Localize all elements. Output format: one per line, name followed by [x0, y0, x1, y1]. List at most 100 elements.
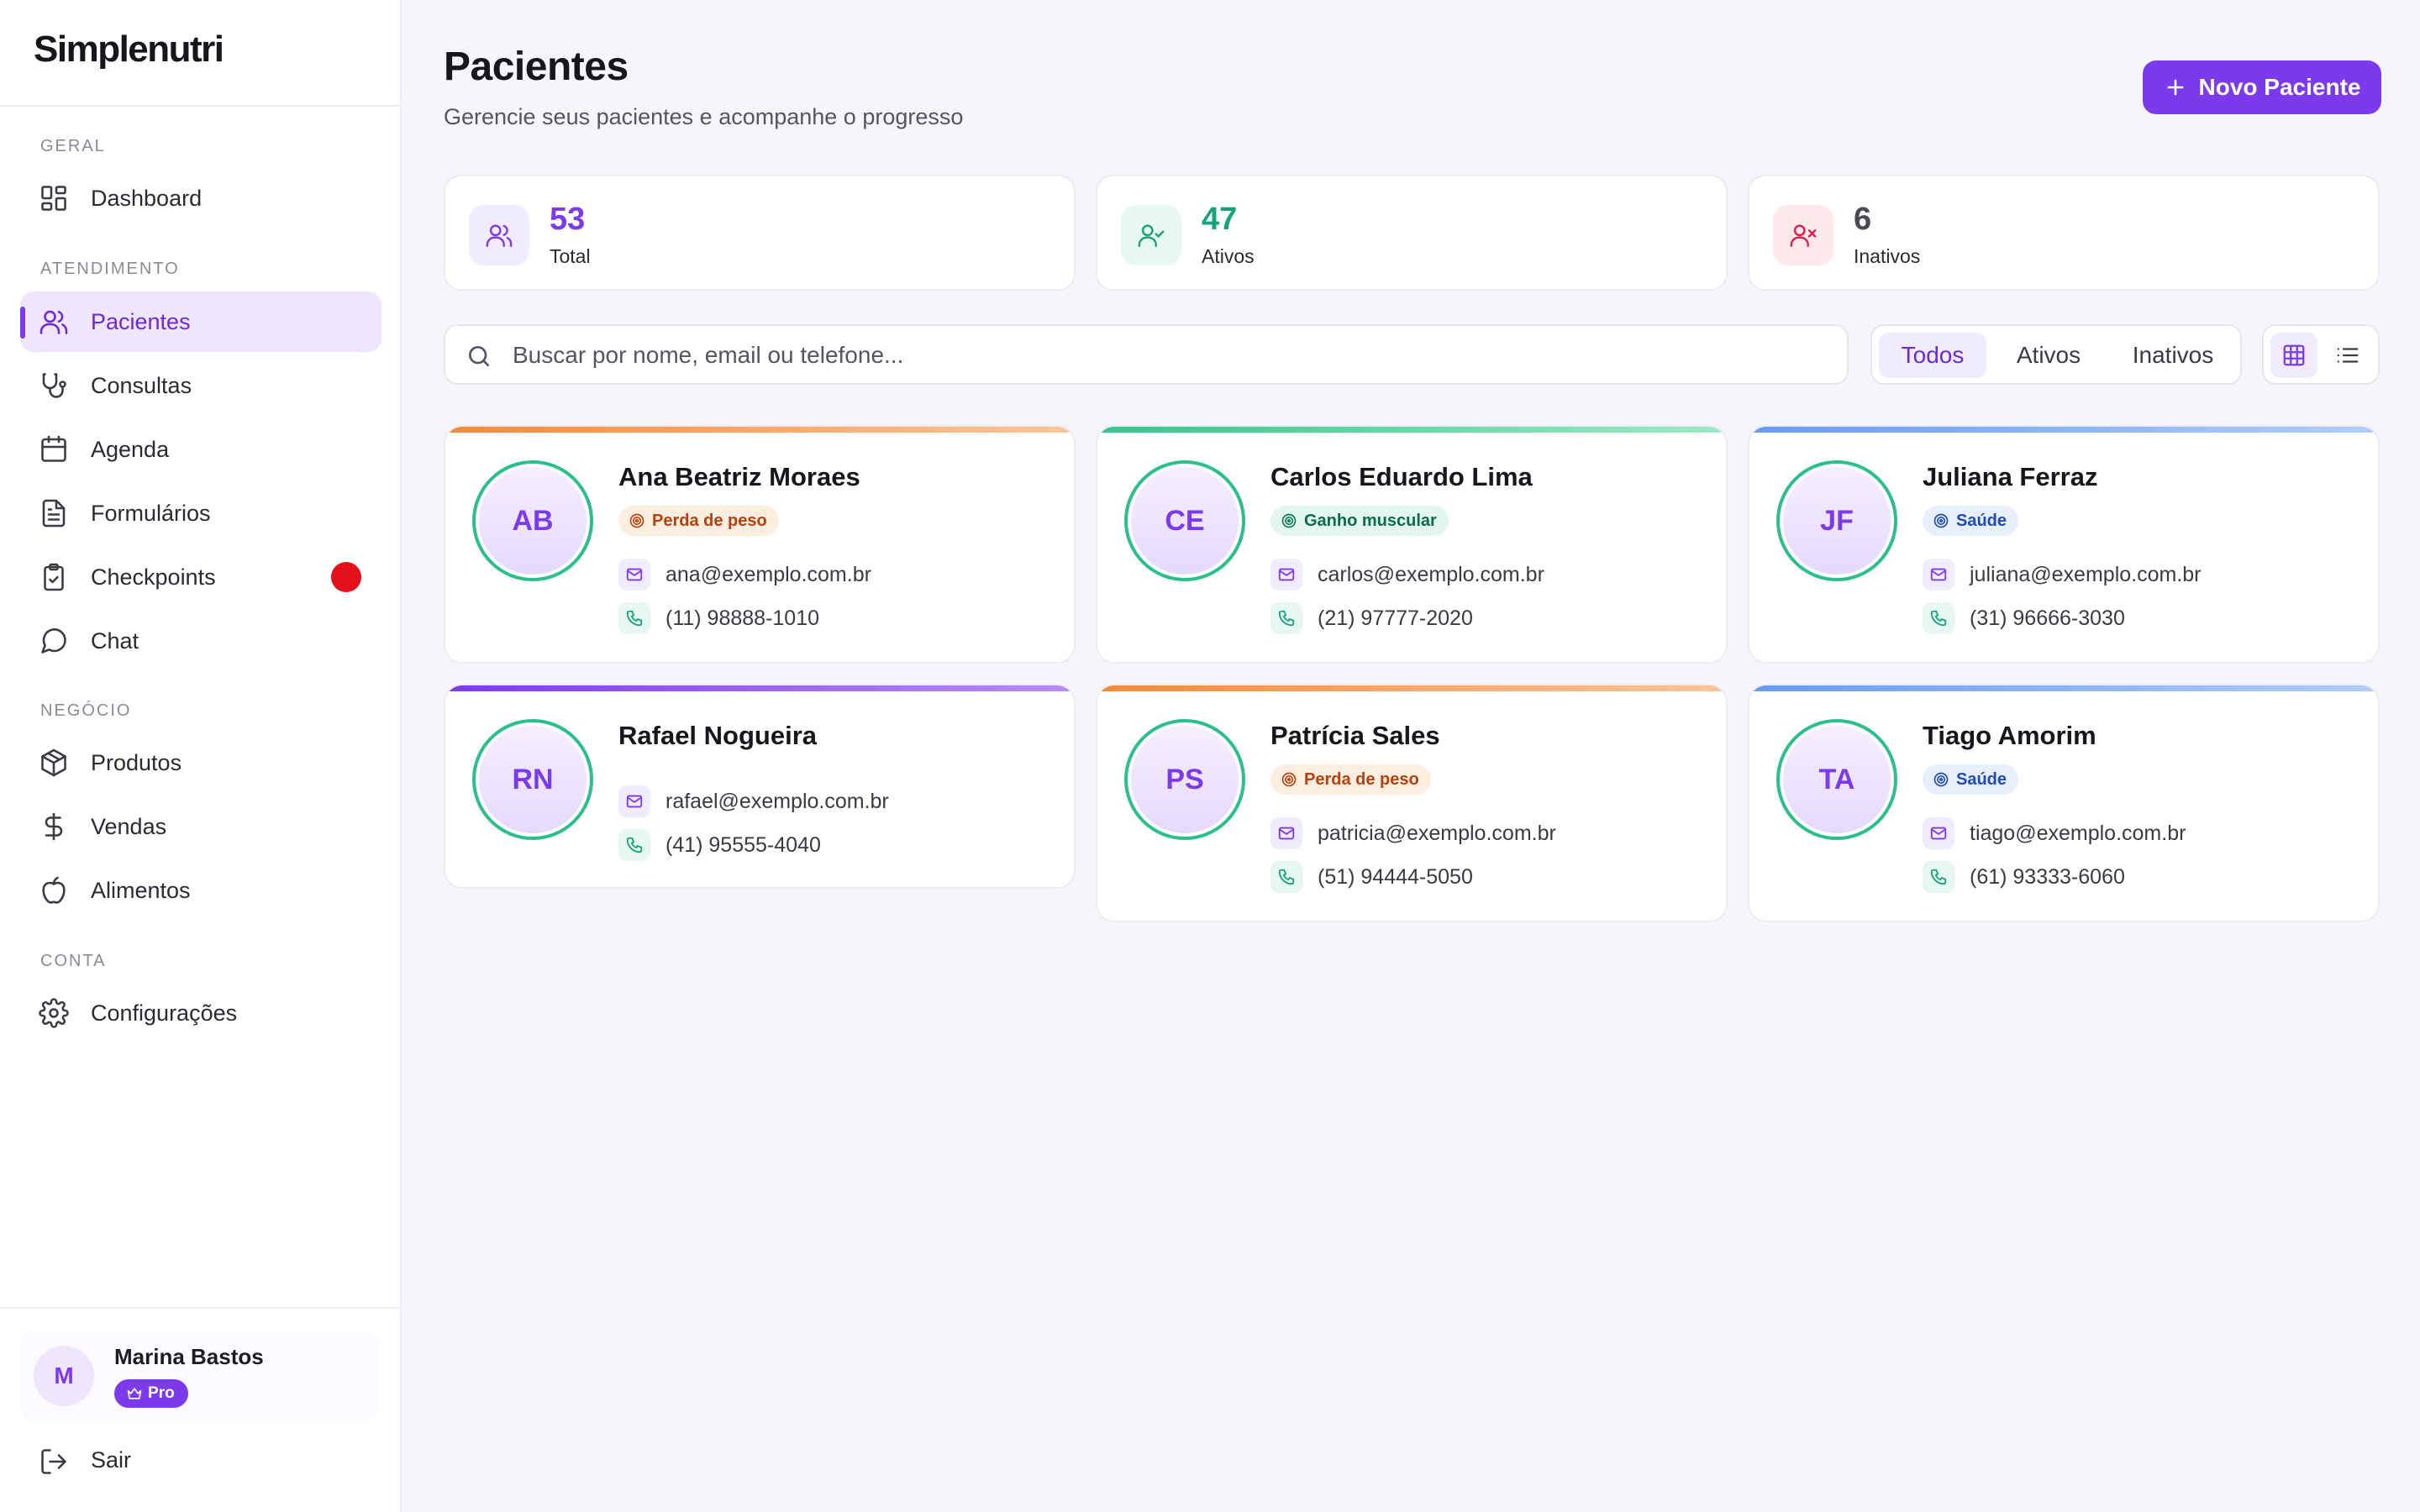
phone-icon — [1923, 861, 1954, 893]
patient-email[interactable]: rafael@exemplo.com.br — [666, 790, 889, 814]
sidebar-item-consultas[interactable]: Consultas — [20, 355, 381, 416]
sidebar-item-dashboard[interactable]: Dashboard — [20, 168, 381, 228]
patient-name: Juliana Ferraz — [1923, 462, 2098, 491]
sidebar-item-label: Checkpoints — [91, 564, 216, 590]
patient-phone[interactable]: (11) 98888-1010 — [666, 606, 819, 631]
list-view-button[interactable] — [2324, 333, 2371, 378]
mail-icon — [1923, 559, 1954, 591]
page-subtitle: Gerencie seus pacientes e acompanhe o pr… — [444, 104, 964, 129]
user-profile[interactable]: M Marina Bastos Pro — [20, 1331, 378, 1421]
patient-phone[interactable]: (41) 95555-4040 — [666, 833, 821, 858]
patient-email[interactable]: ana@exemplo.com.br — [666, 563, 871, 587]
filter-all[interactable]: Todos — [1879, 333, 1986, 378]
filter-active[interactable]: Ativos — [1991, 333, 2106, 378]
sidebar-item-checkpoints[interactable]: Checkpoints 4 — [20, 547, 381, 607]
goal-label: Perda de peso — [1304, 769, 1419, 789]
patient-email[interactable]: patricia@exemplo.com.br — [1318, 822, 1556, 846]
stat-value: 53 — [550, 202, 586, 237]
stat-value: 6 — [1854, 202, 1872, 237]
search-input[interactable] — [513, 334, 1823, 376]
logout-icon — [39, 1446, 69, 1477]
plus-icon — [2167, 79, 2183, 96]
card-accent-bar — [1097, 685, 1726, 691]
patient-avatar: AB — [472, 460, 593, 581]
app-logo[interactable]: Simplenutri — [34, 29, 224, 71]
file-text-icon — [39, 498, 69, 528]
sidebar-item-alimentos[interactable]: Alimentos — [20, 860, 381, 921]
patient-avatar: RN — [472, 719, 593, 840]
users-icon — [39, 307, 69, 337]
section-label-geral: GERAL — [40, 137, 106, 155]
search-box — [444, 324, 1849, 385]
grid-view-button[interactable] — [2270, 333, 2317, 378]
goal-label: Ganho muscular — [1304, 511, 1437, 530]
patient-card[interactable]: AB Ana Beatriz Moraes Perda de peso ana@… — [444, 425, 1076, 664]
patient-card[interactable]: PS Patrícia Sales Perda de peso patricia… — [1096, 684, 1728, 922]
email-row: rafael@exemplo.com.br — [618, 785, 889, 818]
card-accent-bar — [445, 685, 1074, 691]
patient-initials: JF — [1783, 467, 1891, 575]
sidebar-item-label: Formulários — [91, 500, 211, 526]
target-icon — [1933, 513, 1949, 528]
patient-phone[interactable]: (61) 93333-6060 — [1970, 865, 2125, 890]
card-accent-bar — [1749, 427, 2378, 433]
target-icon — [1933, 772, 1949, 787]
plan-label: Pro — [148, 1384, 175, 1402]
patient-card[interactable]: TA Tiago Amorim Saúde tiago@exemplo.com.… — [1748, 684, 2380, 922]
patient-card[interactable]: CE Carlos Eduardo Lima Ganho muscular ca… — [1096, 425, 1728, 664]
patient-email[interactable]: carlos@exemplo.com.br — [1318, 563, 1544, 587]
stethoscope-icon — [39, 370, 69, 401]
patient-phone[interactable]: (31) 96666-3030 — [1970, 606, 2125, 631]
mail-icon — [1923, 817, 1954, 849]
card-accent-bar — [1097, 427, 1726, 433]
phone-row: (51) 94444-5050 — [1270, 860, 1473, 894]
sidebar-item-label: Pacientes — [91, 308, 191, 334]
card-accent-bar — [1749, 685, 2378, 691]
list-icon — [2337, 348, 2359, 363]
patient-email[interactable]: juliana@exemplo.com.br — [1970, 563, 2202, 587]
mail-icon — [618, 785, 650, 817]
phone-row: (21) 97777-2020 — [1270, 601, 1473, 635]
patient-phone[interactable]: (21) 97777-2020 — [1318, 606, 1473, 631]
sidebar-item-produtos[interactable]: Produtos — [20, 732, 381, 793]
sidebar-item-label: Alimentos — [91, 877, 191, 903]
patient-email[interactable]: tiago@exemplo.com.br — [1970, 822, 2186, 846]
patient-phone[interactable]: (51) 94444-5050 — [1318, 865, 1473, 890]
sidebar-item-vendas[interactable]: Vendas — [20, 796, 381, 857]
patient-card[interactable]: JF Juliana Ferraz Saúde juliana@exemplo.… — [1748, 425, 2380, 664]
sidebar-item-label: Dashboard — [91, 185, 203, 211]
apple-icon — [39, 875, 69, 906]
page-title: Pacientes — [444, 45, 629, 89]
plan-badge: Pro — [114, 1379, 188, 1408]
sidebar-item-pacientes[interactable]: Pacientes — [20, 291, 381, 352]
stat-card-inactive: 6 Inativos — [1748, 175, 2380, 291]
clipboard-check-icon — [39, 562, 69, 592]
logout-button[interactable]: Sair — [20, 1431, 381, 1488]
stat-card-active: 47 Ativos — [1096, 175, 1728, 291]
sidebar-item-agenda[interactable]: Agenda — [20, 419, 381, 480]
email-row: ana@exemplo.com.br — [618, 558, 871, 591]
patient-name: Patrícia Sales — [1270, 721, 1440, 750]
user-name: Marina Bastos — [114, 1344, 264, 1369]
package-icon — [39, 748, 69, 778]
stat-label: Inativos — [1854, 245, 1921, 267]
new-patient-button[interactable]: Novo Paciente — [2143, 60, 2381, 114]
sidebar-item-label: Consultas — [91, 372, 192, 398]
mail-icon — [1270, 559, 1302, 591]
section-label-conta: CONTA — [40, 952, 107, 970]
sidebar-item-chat[interactable]: Chat — [20, 611, 381, 671]
goal-badge: Ganho muscular — [1270, 506, 1449, 536]
patient-card[interactable]: RN Rafael Nogueira rafael@exemplo.com.br… — [444, 684, 1076, 889]
user-check-icon — [1121, 205, 1181, 265]
goal-label: Perda de peso — [652, 511, 767, 530]
notification-badge: 4 — [331, 562, 361, 592]
section-label-negocio: NEGÓCIO — [40, 701, 132, 720]
phone-icon — [618, 829, 650, 861]
sidebar-item-formularios[interactable]: Formulários — [20, 483, 381, 543]
phone-icon — [1923, 602, 1954, 634]
stat-label: Ativos — [1202, 245, 1255, 267]
phone-row: (61) 93333-6060 — [1923, 860, 2125, 894]
target-icon — [1281, 513, 1297, 528]
filter-inactive[interactable]: Inativos — [2111, 333, 2235, 378]
sidebar-item-configuracoes[interactable]: Configurações — [20, 983, 381, 1043]
